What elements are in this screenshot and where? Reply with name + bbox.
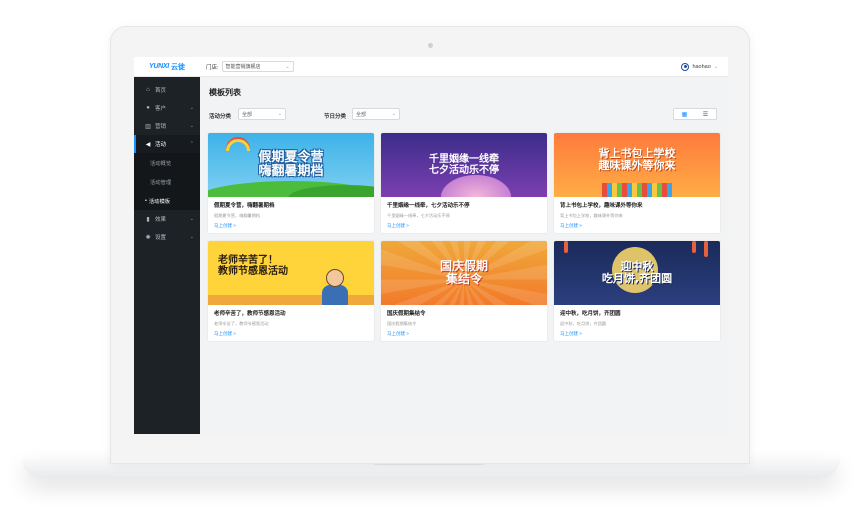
- activity-filter-label: 活动分类: [209, 114, 232, 120]
- laptop-mockup: YUNXI 云徙 门店: 智能营销旗舰店 ⌄ haohao ⌄ ⌂ 首页 ● 客…: [0, 0, 862, 518]
- list-view-icon[interactable]: ☰: [695, 109, 716, 119]
- chevron-down-icon: ⌄: [189, 216, 194, 222]
- card-desc: 迎中秋，吃月饼，齐团圆: [560, 321, 607, 326]
- template-banner: 千里姻缘一线牵 七夕活动乐不停: [381, 133, 547, 197]
- user-avatar-icon: [681, 62, 690, 71]
- gear-icon: ✺: [145, 234, 151, 241]
- activity-filter-value: 全部: [242, 111, 253, 118]
- create-now-link[interactable]: 马上创建 >: [214, 331, 368, 337]
- template-card[interactable]: 假期夏令营 嗨翻暑期档 假期夏令营，嗨翻暑期档 假期夏令营，嗨翻暑期档 马上创建…: [208, 133, 374, 233]
- create-now-link[interactable]: 马上创建 >: [560, 223, 714, 229]
- bar-chart-icon: ▮: [146, 216, 150, 223]
- create-now-link[interactable]: 马上创建 >: [560, 331, 714, 337]
- banner-text: 假期夏令营 嗨翻暑期档: [258, 149, 324, 179]
- chevron-down-icon: ⌄: [285, 63, 290, 70]
- template-card[interactable]: 迎中秋 吃月饼,齐团圆 迎中秋，吃月饼，齐团圆 迎中秋，吃月饼，齐团圆 马上创建…: [554, 241, 720, 341]
- sidebar-item-settings[interactable]: ✺ 设置 ⌄: [134, 228, 200, 246]
- card-title: 迎中秋，吃月饼，齐团圆: [560, 311, 621, 317]
- chevron-down-icon: ⌄: [189, 105, 194, 111]
- template-card[interactable]: 千里姻缘一线牵 七夕活动乐不停 千里姻缘一线牵，七夕活动乐不停 千里姻缘一线牵，…: [381, 133, 547, 233]
- banner-text: 背上书包上学校 趣味课外等你来: [598, 146, 676, 172]
- card-title: 背上书包上学校，趣味课外等你来: [560, 203, 643, 209]
- store-select[interactable]: 智能营销旗舰店 ⌄: [221, 61, 294, 72]
- card-desc: 千里姻缘一线牵，七夕活动乐不停: [387, 213, 450, 218]
- user-menu[interactable]: haohao ⌄: [681, 62, 718, 71]
- sidebar: ⌂ 首页 ● 客户 ⌄ ▥ 营销 ⌄ ◀ 活动 ⌃ 活动概览 活动管理 活动模板: [134, 77, 200, 434]
- megaphone-icon: ◀: [145, 141, 151, 148]
- template-card[interactable]: 背上书包上学校 趣味课外等你来 背上书包上学校，趣味课外等你来 背上书包上学校，…: [554, 133, 720, 233]
- app-screen: YUNXI 云徙 门店: 智能营销旗舰店 ⌄ haohao ⌄ ⌂ 首页 ● 客…: [134, 57, 728, 434]
- create-now-link[interactable]: 马上创建 >: [387, 223, 541, 229]
- sidebar-item-effect[interactable]: ▮ 效果 ⌄: [134, 210, 200, 228]
- template-banner: 假期夏令营 嗨翻暑期档: [208, 133, 374, 197]
- logo-text: 云徙: [170, 63, 185, 71]
- view-toggle: ▦ ☰: [673, 108, 717, 120]
- card-title: 假期夏令营，嗨翻暑期档: [214, 203, 275, 209]
- sidebar-item-label: 效果: [155, 217, 167, 223]
- template-grid: 假期夏令营 嗨翻暑期档 假期夏令营，嗨翻暑期档 假期夏令营，嗨翻暑期档 马上创建…: [208, 133, 720, 341]
- festival-filter-select[interactable]: 全部 ⌄: [352, 108, 400, 120]
- card-title: 国庆假期集结令: [387, 311, 426, 317]
- sidebar-item-home[interactable]: ⌂ 首页: [134, 81, 200, 99]
- chevron-down-icon: ⌄: [189, 123, 194, 129]
- sidebar-subitem-templates[interactable]: 活动模板: [134, 191, 200, 210]
- sidebar-item-marketing[interactable]: ▥ 营销 ⌄: [134, 117, 200, 135]
- card-desc: 背上书包上学校，趣味课外等你来: [560, 213, 623, 218]
- festival-filter-label: 节日分类: [324, 114, 347, 120]
- template-card[interactable]: 老师辛苦了！ 教师节感恩活动 老师辛苦了，教师节感恩活动 老师辛苦了，教师节感恩…: [208, 241, 374, 341]
- sidebar-item-label: 营销: [155, 124, 167, 130]
- banner-text: 迎中秋 吃月饼,齐团圆: [601, 259, 673, 285]
- sidebar-item-activity[interactable]: ◀ 活动 ⌃: [134, 135, 200, 153]
- activity-filter-select[interactable]: 全部 ⌄: [238, 108, 286, 120]
- banner-text: 千里姻缘一线牵 七夕活动乐不停: [429, 154, 499, 176]
- sidebar-item-label: 活动: [155, 142, 167, 148]
- top-bar: YUNXI 云徙 门店: 智能营销旗舰店 ⌄ haohao ⌄: [134, 57, 728, 77]
- sidebar-subitem-overview[interactable]: 活动概览: [134, 153, 200, 172]
- camera-dot: [428, 43, 433, 48]
- home-icon: ⌂: [146, 87, 150, 93]
- main-content: 模板列表 活动分类 全部 ⌄ 节日分类 全部 ⌄ ▦ ☰ 假期夏令营 嗨翻暑期档…: [200, 77, 728, 434]
- sidebar-item-customers[interactable]: ● 客户 ⌄: [134, 99, 200, 117]
- chevron-down-icon: ⌄: [713, 63, 718, 70]
- create-now-link[interactable]: 马上创建 >: [387, 331, 541, 337]
- template-banner: 背上书包上学校 趣味课外等你来: [554, 133, 720, 197]
- card-desc: 假期夏令营，嗨翻暑期档: [214, 213, 261, 218]
- chevron-down-icon: ⌄: [189, 234, 194, 240]
- chart-icon: ▥: [145, 123, 151, 130]
- card-desc: 国庆假期集结令: [387, 321, 417, 326]
- banner-text: 老师辛苦了！ 教师节感恩活动: [218, 255, 288, 277]
- username: haohao: [692, 63, 711, 70]
- sidebar-item-label: 设置: [155, 235, 167, 241]
- store-select-value: 智能营销旗舰店: [225, 64, 261, 70]
- sidebar-subitem-management[interactable]: 活动管理: [134, 172, 200, 191]
- card-title: 老师辛苦了，教师节感恩活动: [214, 311, 286, 317]
- template-banner: 迎中秋 吃月饼,齐团圆: [554, 241, 720, 305]
- template-card[interactable]: 国庆假期 集结令 国庆假期集结令 国庆假期集结令 马上创建 >: [381, 241, 547, 341]
- chevron-down-icon: ⌄: [391, 111, 396, 117]
- sidebar-item-label: 首页: [155, 88, 167, 94]
- logo-mark: YUNXI: [149, 63, 169, 70]
- chevron-up-icon: ⌃: [189, 141, 194, 147]
- user-icon: ●: [146, 105, 150, 111]
- grid-view-icon[interactable]: ▦: [674, 109, 695, 119]
- festival-filter-value: 全部: [356, 111, 367, 118]
- sidebar-item-label: 客户: [155, 106, 167, 112]
- create-now-link[interactable]: 马上创建 >: [214, 223, 368, 229]
- chevron-down-icon: ⌄: [277, 111, 282, 117]
- template-banner: 国庆假期 集结令: [381, 241, 547, 305]
- banner-text: 国庆假期 集结令: [439, 258, 488, 286]
- template-banner: 老师辛苦了！ 教师节感恩活动: [208, 241, 374, 305]
- card-desc: 老师辛苦了，教师节感恩活动: [214, 321, 269, 326]
- brand-logo[interactable]: YUNXI 云徙: [134, 57, 200, 77]
- page-title: 模板列表: [209, 88, 241, 97]
- card-title: 千里姻缘一线牵，七夕活动乐不停: [387, 203, 470, 209]
- store-label: 门店:: [206, 64, 219, 71]
